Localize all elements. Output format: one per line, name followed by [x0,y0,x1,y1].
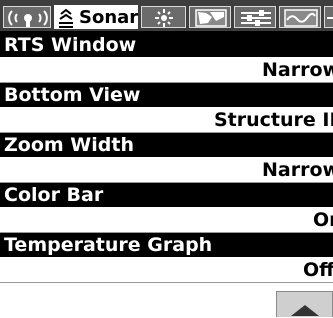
menu-item-color-bar[interactable]: Color Bar On [0,183,333,233]
chart-icon [195,9,227,27]
tab-sun[interactable] [141,6,186,28]
tab-sonar[interactable]: Sonar [54,5,138,29]
menu-item-bottom-view[interactable]: Bottom View Structure ID [0,83,333,133]
tab-waves[interactable] [279,6,321,28]
tab-plus[interactable] [324,6,333,28]
waves-icon [284,9,318,27]
menu-item-value: Narrow [262,159,333,181]
settings-icon [241,10,271,26]
menu-item-zoom-width[interactable]: Zoom Width Narrow [0,133,333,183]
scroll-up-button[interactable] [276,291,333,317]
menu-item-label: Zoom Width [0,133,333,157]
tab-bar: Sonar [0,0,333,31]
menu-item-label: Color Bar [0,183,333,207]
menu-item-value: On [313,209,333,231]
menu-item-label: Temperature Graph [0,233,333,257]
menu-item-temperature-graph[interactable]: Temperature Graph Off [0,233,333,282]
menu-item-label: RTS Window [0,33,333,57]
footer [0,282,333,317]
tab-sonar-label: Sonar [79,7,139,28]
tab-chart[interactable] [189,6,231,28]
menu-item-value: Structure ID [214,109,333,131]
up-arrow-icon [291,305,319,316]
menu-item-label: Bottom View [0,83,333,107]
tab-settings[interactable] [234,6,276,28]
menu-list: RTS Window Narrow Bottom View Structure … [0,31,333,282]
tab-speaker[interactable] [3,6,51,28]
sonar-icon [59,8,73,28]
menu-item-rts-window[interactable]: RTS Window Narrow [0,33,333,83]
menu-item-value: Narrow [262,59,333,81]
plus-icon [327,17,333,19]
speaker-icon [8,10,48,27]
sun-icon [155,9,173,27]
menu-item-value: Off [303,259,333,281]
